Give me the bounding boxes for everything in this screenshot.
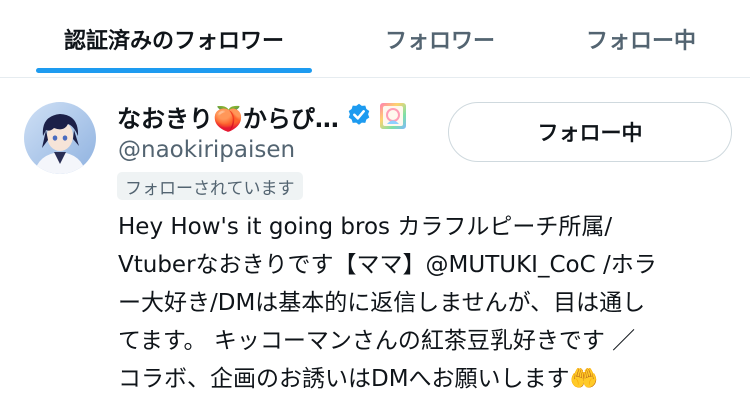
user-bio: Hey How's it going bros カラフルピーチ所属/ Vtube… <box>118 208 728 398</box>
follows-you-badge: フォローされています <box>117 172 303 200</box>
verified-badge-icon <box>345 102 373 130</box>
bio-line: てます。 キッコーマンさんの紅茶豆乳好きです ／ <box>118 328 636 354</box>
tab-verified-followers[interactable]: 認証済みのフォロワー <box>24 0 324 77</box>
bio-line: コラボ、企画のお誘いはDMへお願いします🤲 <box>118 366 599 392</box>
tab-following[interactable]: フォロー中 <box>556 0 726 77</box>
name-row: なおきり🍑からぴ… <box>117 96 407 136</box>
active-tab-indicator <box>36 68 312 73</box>
tab-followers[interactable]: フォロワー <box>350 0 530 77</box>
tab-bar: 認証済みのフォロワー フォロワー フォロー中 <box>0 0 750 78</box>
user-handle[interactable]: @naokiripaisen <box>118 137 295 163</box>
display-name[interactable]: なおきり🍑からぴ… <box>117 99 339 134</box>
affiliate-badge-icon <box>379 102 407 130</box>
bio-line: ー大好き/DMは基本的に返信しませんが、目は通し <box>118 290 646 316</box>
avatar[interactable] <box>24 102 96 174</box>
bio-line: Hey How's it going bros カラフルピーチ所属/ <box>118 214 613 240</box>
bio-line: Vtuberなおきりです【ママ】@MUTUKI_CoC /ホラ <box>118 252 657 278</box>
following-button[interactable]: フォロー中 <box>448 102 732 162</box>
